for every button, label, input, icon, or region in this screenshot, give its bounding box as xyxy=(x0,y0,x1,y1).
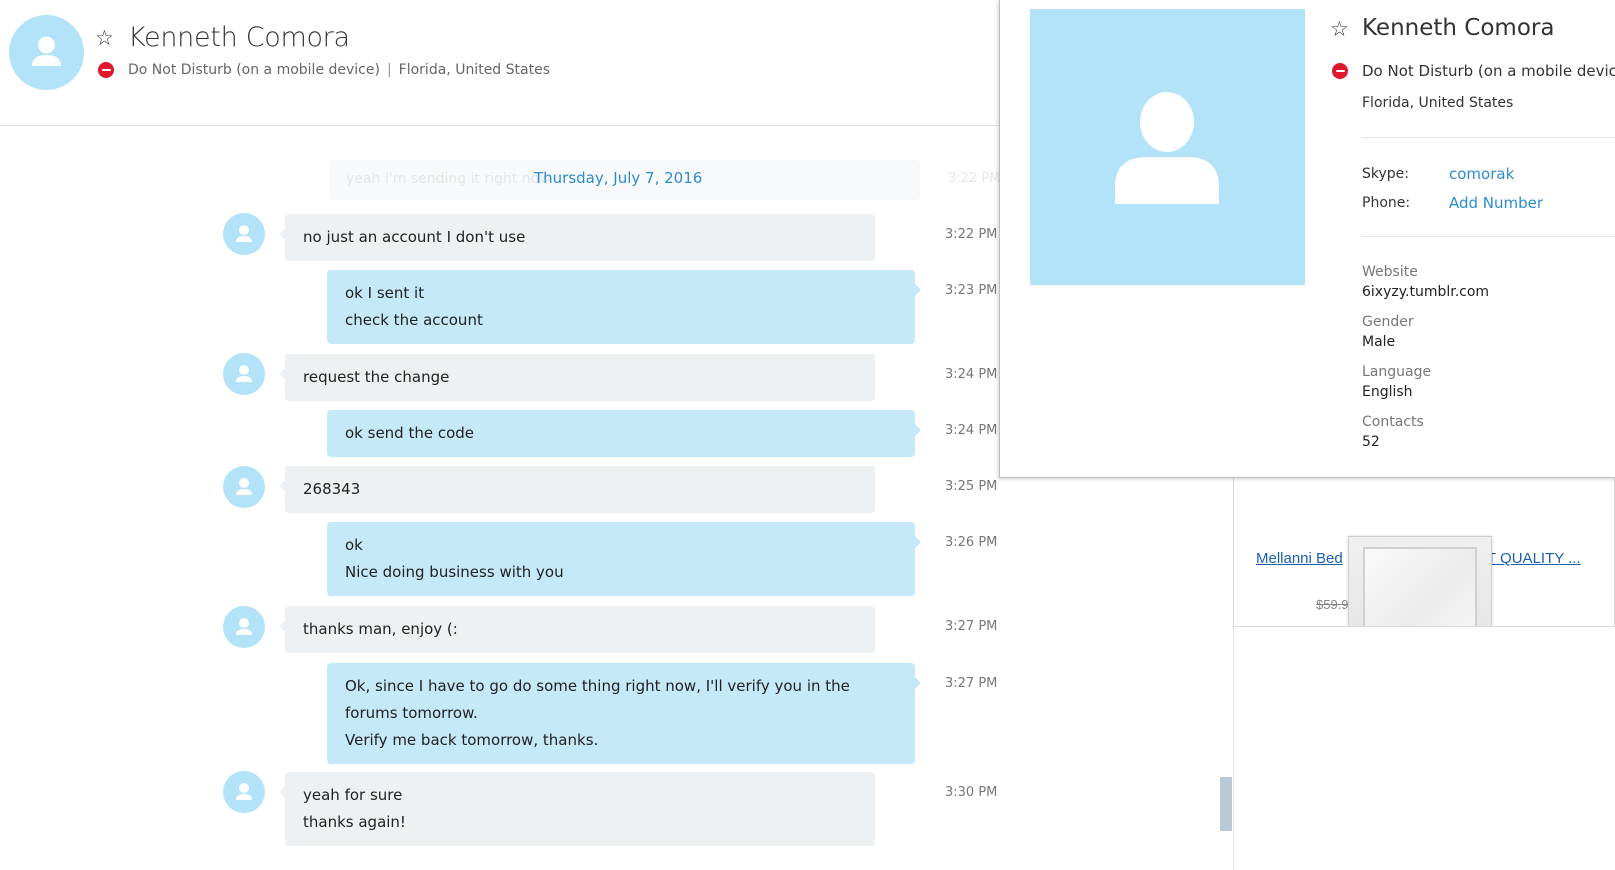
outgoing-message[interactable]: Ok, since I have to go do some thing rig… xyxy=(327,663,921,764)
outgoing-message[interactable]: ok I sent it check the account xyxy=(327,270,921,344)
profile-name: Kenneth Comora xyxy=(1362,15,1555,41)
contact-status-line: Do Not Disturb (on a mobile device) | Flor… xyxy=(128,62,550,78)
sender-avatar[interactable] xyxy=(223,353,265,395)
do-not-disturb-icon xyxy=(98,62,114,78)
divider xyxy=(1362,236,1615,237)
outgoing-message[interactable]: ok send the code xyxy=(327,410,921,457)
default-person-icon xyxy=(236,783,252,800)
message-time: 3:24 PM xyxy=(945,423,998,438)
incoming-message[interactable]: no just an account I don't use xyxy=(279,214,875,261)
message-time: 3:26 PM xyxy=(945,535,998,550)
message-time: 3:25 PM xyxy=(945,479,998,494)
message-time: 3:22 PM xyxy=(945,227,998,242)
contact-profile-popup: ☆ Kenneth Comora Do Not Disturb (on a mo… xyxy=(999,0,1615,478)
profile-status: Do Not Disturb (on a mobile device) xyxy=(1362,62,1615,80)
ad-product-link-tail[interactable]: T QUALITY ... xyxy=(1487,550,1581,567)
status-separator: | xyxy=(386,62,392,78)
chat-scrollbar-thumb[interactable] xyxy=(1220,777,1232,831)
date-separator: Thursday, July 7, 2016 xyxy=(534,169,703,187)
sender-avatar[interactable] xyxy=(223,771,265,813)
default-person-icon xyxy=(236,225,252,242)
default-person-icon xyxy=(32,36,61,66)
sender-avatar[interactable] xyxy=(223,213,265,255)
faded-message-text: yeah I'm sending it right now xyxy=(346,171,551,187)
add-number-link[interactable]: Add Number xyxy=(1449,194,1543,212)
message-text: ok send the code xyxy=(345,424,475,442)
message-text: yeah for sure thanks again! xyxy=(303,786,406,831)
language-value: English xyxy=(1362,384,1413,400)
gender-value: Male xyxy=(1362,334,1396,350)
message-text: ok Nice doing business with you xyxy=(345,536,564,581)
website-label: Website xyxy=(1362,264,1418,280)
message-text: no just an account I don't use xyxy=(303,228,526,246)
phone-label: Phone: xyxy=(1362,195,1411,211)
contacts-count: 52 xyxy=(1362,434,1380,450)
language-label: Language xyxy=(1362,364,1432,380)
incoming-message[interactable]: thanks man, enjoy (: xyxy=(279,606,875,653)
gender-label: Gender xyxy=(1362,314,1414,330)
skype-label: Skype: xyxy=(1362,166,1409,182)
contacts-label: Contacts xyxy=(1362,414,1424,430)
message-time: 3:27 PM xyxy=(945,619,998,634)
divider xyxy=(1362,137,1615,138)
incoming-message[interactable]: request the change xyxy=(279,354,875,401)
sender-avatar[interactable] xyxy=(223,606,265,648)
message-text: Ok, since I have to go do some thing rig… xyxy=(345,677,850,749)
ad-banner[interactable]: Mellanni Bed T QUALITY ... $59.9 e xyxy=(1233,470,1615,627)
message-text: thanks man, enjoy (: xyxy=(303,620,458,638)
default-person-icon xyxy=(236,618,252,635)
chat-header: ☆ Kenneth Comora Do Not Disturb (on a mo… xyxy=(0,0,1000,126)
message-text: ok I sent it check the account xyxy=(345,284,483,329)
message-time: 3:27 PM xyxy=(945,676,998,691)
ad-price: $59.9 xyxy=(1316,597,1349,612)
incoming-message[interactable]: yeah for sure thanks again! xyxy=(279,772,875,846)
location-text: Florida, United States xyxy=(398,62,550,78)
message-time: 3:24 PM xyxy=(945,367,998,382)
default-person-icon xyxy=(1115,92,1219,204)
sender-avatar[interactable] xyxy=(223,466,265,508)
website-value: 6ixyzy.tumblr.com xyxy=(1362,284,1490,300)
default-person-icon xyxy=(236,478,252,495)
message-time: 3:23 PM xyxy=(945,283,998,298)
profile-photo xyxy=(1030,9,1305,285)
default-person-icon xyxy=(236,365,252,382)
message-text: 268343 xyxy=(303,480,361,498)
favorite-star-icon[interactable]: ☆ xyxy=(95,28,114,49)
outgoing-message[interactable]: ok Nice doing business with you xyxy=(327,522,921,596)
status-text: Do Not Disturb (on a mobile device) xyxy=(128,62,380,78)
ad-product-image[interactable] xyxy=(1348,536,1492,626)
contact-name: Kenneth Comora xyxy=(128,22,350,53)
do-not-disturb-icon xyxy=(1332,63,1348,79)
contact-avatar[interactable] xyxy=(9,15,84,90)
ad-product-link[interactable]: Mellanni Bed xyxy=(1256,550,1343,567)
faded-message-time: 3:22 PM xyxy=(948,171,1001,186)
message-text: request the change xyxy=(303,368,450,386)
skype-id-link[interactable]: comorak xyxy=(1449,165,1514,183)
profile-location: Florida, United States xyxy=(1362,95,1514,111)
favorite-star-icon[interactable]: ☆ xyxy=(1330,19,1349,40)
message-time: 3:30 PM xyxy=(945,785,998,800)
incoming-message[interactable]: 268343 xyxy=(279,466,875,513)
